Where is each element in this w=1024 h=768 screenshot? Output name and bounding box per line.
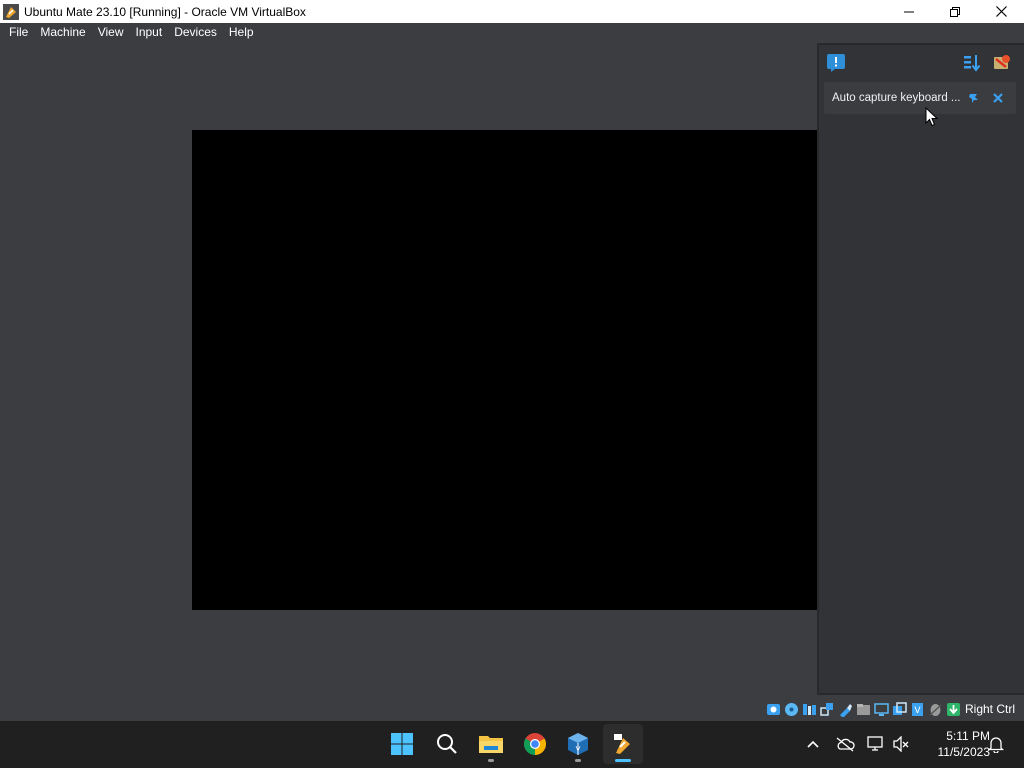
onedrive-tray-button[interactable]	[835, 734, 855, 754]
search-button[interactable]	[427, 724, 467, 764]
shared-folders-icon[interactable]	[856, 702, 871, 717]
notification-toolbar	[819, 51, 1024, 75]
chrome-icon	[524, 733, 546, 755]
menu-file[interactable]: File	[3, 23, 34, 42]
running-indicator	[575, 759, 581, 762]
notification-center-icon[interactable]	[826, 53, 846, 73]
menu-input[interactable]: Input	[130, 23, 169, 42]
active-indicator	[615, 759, 631, 762]
display-icon[interactable]	[874, 702, 889, 717]
window-controls	[886, 0, 1024, 23]
window-title: Ubuntu Mate 23.10 [Running] - Oracle VM …	[24, 4, 306, 19]
start-button[interactable]	[382, 724, 422, 764]
search-icon	[437, 734, 457, 754]
minimize-button[interactable]	[886, 0, 932, 23]
close-button[interactable]	[978, 0, 1024, 23]
file-explorer-button[interactable]	[471, 724, 511, 764]
recording-icon[interactable]	[892, 701, 907, 717]
menu-view[interactable]: View	[92, 23, 130, 42]
menu-machine[interactable]: Machine	[34, 23, 91, 42]
network-monitor-icon	[867, 736, 883, 751]
virtualbox-icon: V	[568, 733, 588, 755]
network-icon[interactable]	[820, 702, 835, 717]
clock[interactable]: 5:11 PM 11/5/2023	[918, 728, 991, 760]
vm-display[interactable]	[192, 130, 817, 610]
virtualbox-vm-icon	[614, 734, 630, 754]
notification-center: Auto capture keyboard ...	[817, 43, 1024, 695]
menu-help[interactable]: Help	[223, 23, 260, 42]
cpu-icon[interactable]: V	[910, 702, 925, 717]
virtualbox-manager-button[interactable]: V	[558, 724, 598, 764]
chrome-button[interactable]	[515, 724, 555, 764]
taskbar: V 5:11 PM 11/5/2023	[0, 721, 1024, 768]
notification-text: Auto capture keyboard ...	[832, 92, 961, 104]
speaker-muted-icon	[893, 736, 909, 752]
close-icon	[995, 6, 1007, 17]
virtualbox-vm-icon	[3, 3, 19, 20]
mouse-cursor-icon	[925, 107, 939, 127]
window-title-bar[interactable]: Ubuntu Mate 23.10 [Running] - Oracle VM …	[0, 0, 1024, 23]
host-key-label[interactable]: Right Ctrl	[965, 702, 1015, 716]
clock-date: 11/5/2023	[937, 745, 991, 759]
close-icon[interactable]	[991, 91, 1005, 105]
windows-logo-icon	[391, 733, 413, 755]
restore-icon	[950, 6, 960, 17]
running-indicator	[488, 759, 494, 762]
notification-card[interactable]: Auto capture keyboard ...	[824, 82, 1016, 114]
volume-tray-button[interactable]	[891, 734, 911, 754]
network-tray-button[interactable]	[866, 734, 886, 754]
menu-devices[interactable]: Devices	[168, 23, 223, 42]
pin-icon[interactable]	[967, 91, 981, 105]
cloud-offline-icon	[836, 737, 855, 752]
maximize-button[interactable]	[932, 0, 978, 23]
notifications-button[interactable]	[986, 734, 1006, 754]
keyboard-capture-icon[interactable]	[946, 702, 961, 717]
clear-all-icon[interactable]	[992, 53, 1012, 73]
mouse-integration-icon[interactable]	[928, 702, 943, 717]
svg-text:V: V	[914, 706, 921, 716]
usb-icon[interactable]	[838, 702, 853, 717]
bell-icon	[988, 737, 1004, 753]
audio-icon[interactable]	[802, 702, 817, 717]
folder-icon	[479, 736, 503, 753]
virtualbox-vm-button[interactable]	[603, 724, 643, 764]
vm-status-bar: V Right Ctrl	[766, 699, 1024, 719]
svg-text:V: V	[576, 745, 581, 753]
minimize-icon	[904, 11, 914, 12]
show-hidden-icons-button[interactable]	[803, 734, 823, 754]
optical-drive-icon[interactable]	[784, 702, 799, 717]
chevron-up-icon	[807, 740, 819, 748]
sort-icon[interactable]	[962, 53, 982, 73]
clock-time: 5:11 PM	[946, 729, 990, 743]
menu-bar: File Machine View Input Devices Help	[0, 23, 260, 42]
hard-disk-icon[interactable]	[766, 702, 781, 717]
